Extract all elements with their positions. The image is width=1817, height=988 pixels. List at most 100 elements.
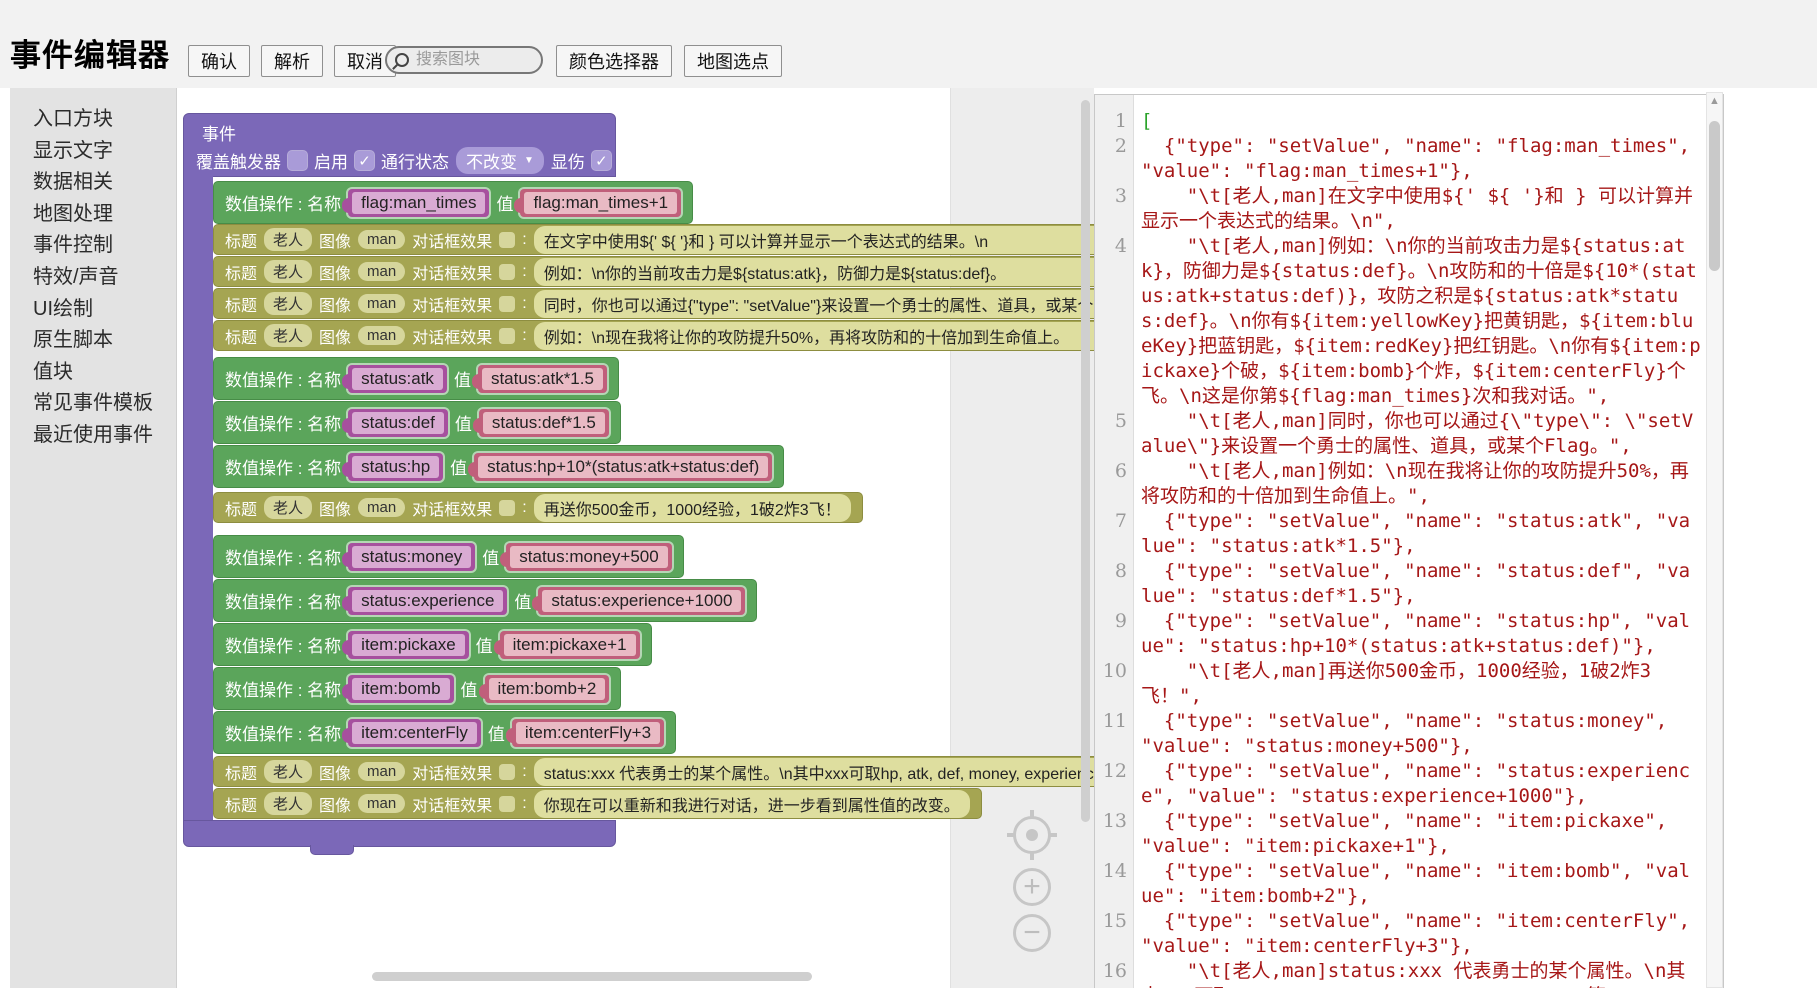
name-field[interactable]: status:hp: [352, 456, 439, 478]
value-field[interactable]: status:hp+10*(status:atk+status:def): [478, 456, 768, 478]
workspace-horizontal-scrollbar[interactable]: [372, 972, 812, 981]
value-field[interactable]: status:def*1.5: [483, 412, 605, 434]
sidebar-category-item[interactable]: 地图处理: [10, 199, 176, 231]
title-block[interactable]: 标题老人图像man对话框效果:你现在可以重新和我进行对话，进一步看到属性值的改变…: [213, 788, 982, 819]
dialog-effect-checkbox[interactable]: [499, 500, 515, 516]
dialog-text-field[interactable]: 在文字中使用${' ${ '}和 } 可以计算并显示一个表达式的结果。\n: [534, 226, 1094, 254]
name-slot[interactable]: status:def: [348, 409, 448, 437]
dialog-text-field[interactable]: 你现在可以重新和我进行对话，进一步看到属性值的改变。: [534, 790, 970, 818]
enable-checkbox[interactable]: ✓: [355, 151, 374, 170]
value-slot[interactable]: item:pickaxe+1: [500, 631, 640, 659]
damage-checkbox[interactable]: ✓: [592, 151, 611, 170]
name-field[interactable]: status:def: [352, 412, 444, 434]
speaker-chip[interactable]: 老人: [264, 792, 312, 815]
dialog-text-field[interactable]: 例如：\n你的当前攻击力是${status:atk}，防御力是${status:…: [534, 258, 1094, 286]
trigger-checkbox[interactable]: [288, 151, 307, 170]
value-slot[interactable]: flag:man_times+1: [520, 189, 681, 217]
title-block[interactable]: 标题老人图像man对话框效果:在文字中使用${' ${ '}和 } 可以计算并显…: [213, 224, 1094, 255]
title-block[interactable]: 标题老人图像man对话框效果:再送你500金币，1000经验，1破2炸3飞！: [213, 492, 863, 523]
value-slot[interactable]: status:money+500: [506, 543, 671, 571]
setvalue-block[interactable]: 数值操作 : 名称item:pickaxe值item:pickaxe+1: [213, 623, 652, 666]
image-chip[interactable]: man: [358, 262, 405, 281]
zoom-in-button[interactable]: +: [1013, 868, 1051, 906]
dialog-text-field[interactable]: 同时，你也可以通过{"type": "setValue"}来设置一个勇士的属性、…: [534, 290, 1094, 318]
event-block-header[interactable]: 事件 覆盖触发器 启用 ✓ 通行状态 不改变 ▼ 显伤 ✓: [183, 113, 616, 177]
sidebar-category-item[interactable]: 事件控制: [10, 230, 176, 262]
name-field[interactable]: status:experience: [352, 590, 503, 612]
value-slot[interactable]: status:atk*1.5: [478, 365, 607, 393]
title-block[interactable]: 标题老人图像man对话框效果:例如：\n你的当前攻击力是${status:atk…: [213, 256, 1094, 287]
image-chip[interactable]: man: [358, 498, 405, 517]
dialog-effect-checkbox[interactable]: [499, 264, 515, 280]
image-chip[interactable]: man: [358, 794, 405, 813]
toolbar-button[interactable]: 颜色选择器: [556, 45, 672, 77]
name-slot[interactable]: status:hp: [348, 453, 443, 481]
scroll-up-arrow-icon[interactable]: ▲: [1707, 95, 1722, 107]
setvalue-block[interactable]: 数值操作 : 名称item:centerFly值item:centerFly+3: [213, 711, 676, 754]
value-field[interactable]: item:centerFly+3: [516, 722, 660, 744]
toolbar-button[interactable]: 地图选点: [684, 45, 782, 77]
dialog-text-field[interactable]: 再送你500金币，1000经验，1破2炸3飞！: [534, 494, 851, 522]
sidebar-category-item[interactable]: 入口方块: [10, 104, 176, 136]
speaker-chip[interactable]: 老人: [264, 228, 312, 251]
name-field[interactable]: status:atk: [352, 368, 443, 390]
image-chip[interactable]: man: [358, 294, 405, 313]
dialog-text-field[interactable]: status:xxx 代表勇士的某个属性。\n其中xxx可取hp, atk, d…: [534, 758, 1094, 786]
setvalue-block[interactable]: 数值操作 : 名称status:atk值status:atk*1.5: [213, 357, 619, 400]
name-field[interactable]: flag:man_times: [352, 192, 485, 214]
value-field[interactable]: status:money+500: [510, 546, 667, 568]
image-chip[interactable]: man: [358, 230, 405, 249]
search-box[interactable]: [385, 46, 543, 74]
dialog-text-field[interactable]: 例如：\n现在我将让你的攻防提升50%，再将攻防和的十倍加到生命值上。: [534, 322, 1094, 350]
zoom-reset-button[interactable]: [1013, 816, 1051, 854]
name-slot[interactable]: item:bomb: [348, 675, 453, 703]
name-slot[interactable]: status:money: [348, 543, 475, 571]
speaker-chip[interactable]: 老人: [264, 260, 312, 283]
toolbar-button[interactable]: 确认: [188, 45, 250, 77]
sidebar-category-item[interactable]: 最近使用事件: [10, 420, 176, 452]
setvalue-block[interactable]: 数值操作 : 名称status:hp值status:hp+10*(status:…: [213, 445, 784, 488]
toolbar-button[interactable]: 解析: [261, 45, 323, 77]
value-slot[interactable]: status:hp+10*(status:atk+status:def): [474, 453, 772, 481]
sidebar-category-item[interactable]: 原生脚本: [10, 325, 176, 357]
name-field[interactable]: status:money: [352, 546, 471, 568]
zoom-out-button[interactable]: −: [1013, 914, 1051, 952]
name-slot[interactable]: flag:man_times: [348, 189, 489, 217]
title-block[interactable]: 标题老人图像man对话框效果:同时，你也可以通过{"type": "setVal…: [213, 288, 1094, 319]
pass-state-dropdown[interactable]: 不改变 ▼: [456, 147, 544, 174]
sidebar-category-item[interactable]: 值块: [10, 357, 176, 389]
name-slot[interactable]: status:experience: [348, 587, 507, 615]
name-slot[interactable]: item:pickaxe: [348, 631, 468, 659]
value-slot[interactable]: status:def*1.5: [479, 409, 609, 437]
code-scrollbar-thumb[interactable]: [1709, 121, 1720, 271]
name-field[interactable]: item:centerFly: [352, 722, 477, 744]
dialog-effect-checkbox[interactable]: [499, 232, 515, 248]
name-slot[interactable]: item:centerFly: [348, 719, 481, 747]
value-field[interactable]: flag:man_times+1: [524, 192, 677, 214]
title-block[interactable]: 标题老人图像man对话框效果:例如：\n现在我将让你的攻防提升50%，再将攻防和…: [213, 320, 1094, 351]
speaker-chip[interactable]: 老人: [264, 496, 312, 519]
speaker-chip[interactable]: 老人: [264, 760, 312, 783]
value-field[interactable]: item:bomb+2: [489, 678, 606, 700]
sidebar-category-item[interactable]: UI绘制: [10, 294, 176, 326]
sidebar-category-item[interactable]: 显示文字: [10, 136, 176, 168]
sidebar-category-item[interactable]: 数据相关: [10, 167, 176, 199]
setvalue-block[interactable]: 数值操作 : 名称status:def值status:def*1.5: [213, 401, 621, 444]
name-slot[interactable]: status:atk: [348, 365, 447, 393]
workspace-vertical-scrollbar[interactable]: [1081, 100, 1090, 822]
setvalue-block[interactable]: 数值操作 : 名称flag:man_times值flag:man_times+1: [213, 181, 693, 224]
value-field[interactable]: status:atk*1.5: [482, 368, 603, 390]
name-field[interactable]: item:pickaxe: [352, 634, 464, 656]
speaker-chip[interactable]: 老人: [264, 324, 312, 347]
value-slot[interactable]: item:bomb+2: [485, 675, 610, 703]
dialog-effect-checkbox[interactable]: [499, 296, 515, 312]
value-slot[interactable]: item:centerFly+3: [512, 719, 664, 747]
image-chip[interactable]: man: [358, 762, 405, 781]
code-scrollbar[interactable]: ▲: [1706, 92, 1723, 988]
dialog-effect-checkbox[interactable]: [499, 796, 515, 812]
dialog-effect-checkbox[interactable]: [499, 764, 515, 780]
value-slot[interactable]: status:experience+1000: [538, 587, 745, 615]
name-field[interactable]: item:bomb: [352, 678, 449, 700]
dialog-effect-checkbox[interactable]: [499, 328, 515, 344]
sidebar-category-item[interactable]: 特效/声音: [10, 262, 176, 294]
